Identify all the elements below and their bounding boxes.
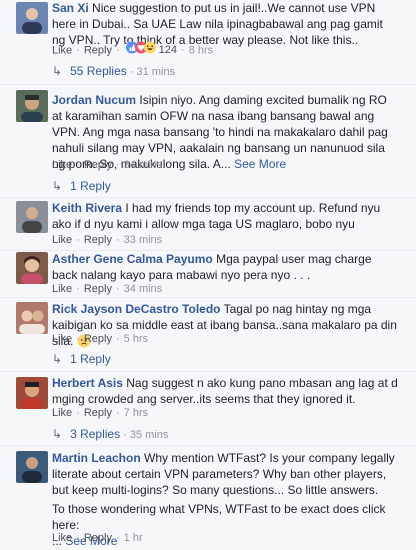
replies-label[interactable]: 3 Replies: [70, 427, 120, 441]
reaction-count[interactable]: 124: [159, 44, 177, 56]
reply-link[interactable]: Reply: [84, 283, 112, 295]
reply-arrow-icon: ↳: [52, 64, 63, 78]
like-link[interactable]: Like: [52, 532, 72, 544]
avatar[interactable]: [16, 201, 48, 233]
timestamp[interactable]: 8 hrs: [189, 44, 213, 56]
divider: [0, 84, 416, 85]
see-more-link[interactable]: See More: [234, 157, 286, 171]
view-replies[interactable]: ↳ 1 Reply: [52, 351, 111, 367]
like-link[interactable]: Like: [52, 44, 72, 56]
reply-arrow-icon: ↳: [52, 179, 63, 193]
replies-label[interactable]: 1 Reply: [70, 179, 111, 193]
reply-link[interactable]: Reply: [84, 407, 112, 419]
reply-link[interactable]: Reply: [84, 159, 112, 171]
timestamp[interactable]: 1 hr: [124, 532, 143, 544]
replies-time: 35 mins: [129, 429, 169, 441]
divider: [0, 297, 416, 298]
timestamp[interactable]: 34 mins: [124, 283, 163, 295]
divider: [0, 197, 416, 198]
avatar[interactable]: [16, 2, 48, 34]
reply-link[interactable]: Reply: [84, 234, 112, 246]
commenter-name[interactable]: Rick Jayson DeCastro Toledo: [52, 302, 221, 316]
timestamp[interactable]: 33 mins: [124, 234, 163, 246]
reply-arrow-icon: ↳: [52, 427, 63, 441]
view-replies[interactable]: ↳ 1 Reply: [52, 178, 111, 194]
reply-arrow-icon: ↳: [52, 352, 63, 366]
avatar[interactable]: [16, 451, 48, 483]
avatar[interactable]: [16, 302, 48, 334]
replies-label[interactable]: 55 Replies: [70, 64, 127, 78]
like-link[interactable]: Like: [52, 407, 72, 419]
avatar[interactable]: [16, 252, 48, 284]
commenter-name[interactable]: Keith Rivera: [52, 201, 122, 215]
comment-text: Nice suggestion to put us in jail!..We c…: [52, 1, 383, 47]
reactions[interactable]: [125, 41, 156, 58]
like-link[interactable]: Like: [52, 159, 72, 171]
commenter-name[interactable]: San Xi: [52, 1, 89, 15]
divider: [0, 371, 416, 372]
avatar[interactable]: [16, 90, 48, 122]
replies-label[interactable]: 1 Reply: [70, 352, 111, 366]
avatar[interactable]: [16, 377, 48, 409]
timestamp[interactable]: 34 mins: [124, 159, 163, 171]
commenter-name[interactable]: Herbert Asis: [52, 376, 123, 390]
reply-link[interactable]: Reply: [84, 333, 112, 345]
commenter-name[interactable]: Asther Gene Calma Payumo: [52, 252, 213, 266]
view-replies[interactable]: ↳ 55 Replies · 31 mins: [52, 63, 175, 80]
comment-text-2: To those wondering what VPNs, WTFast to …: [52, 502, 386, 532]
commenter-name[interactable]: Martin Leachon: [52, 451, 141, 465]
reply-link[interactable]: Reply: [84, 532, 112, 544]
timestamp[interactable]: 5 hrs: [124, 333, 148, 345]
divider: [0, 445, 416, 446]
like-link[interactable]: Like: [52, 283, 72, 295]
view-replies[interactable]: ↳ 3 Replies · 35 mins: [52, 426, 168, 443]
like-link[interactable]: Like: [52, 333, 72, 345]
reply-link[interactable]: Reply: [84, 44, 112, 56]
like-link[interactable]: Like: [52, 234, 72, 246]
replies-time: 31 mins: [136, 66, 176, 78]
timestamp[interactable]: 7 hrs: [124, 407, 148, 419]
commenter-name[interactable]: Jordan Nucum: [52, 93, 136, 107]
